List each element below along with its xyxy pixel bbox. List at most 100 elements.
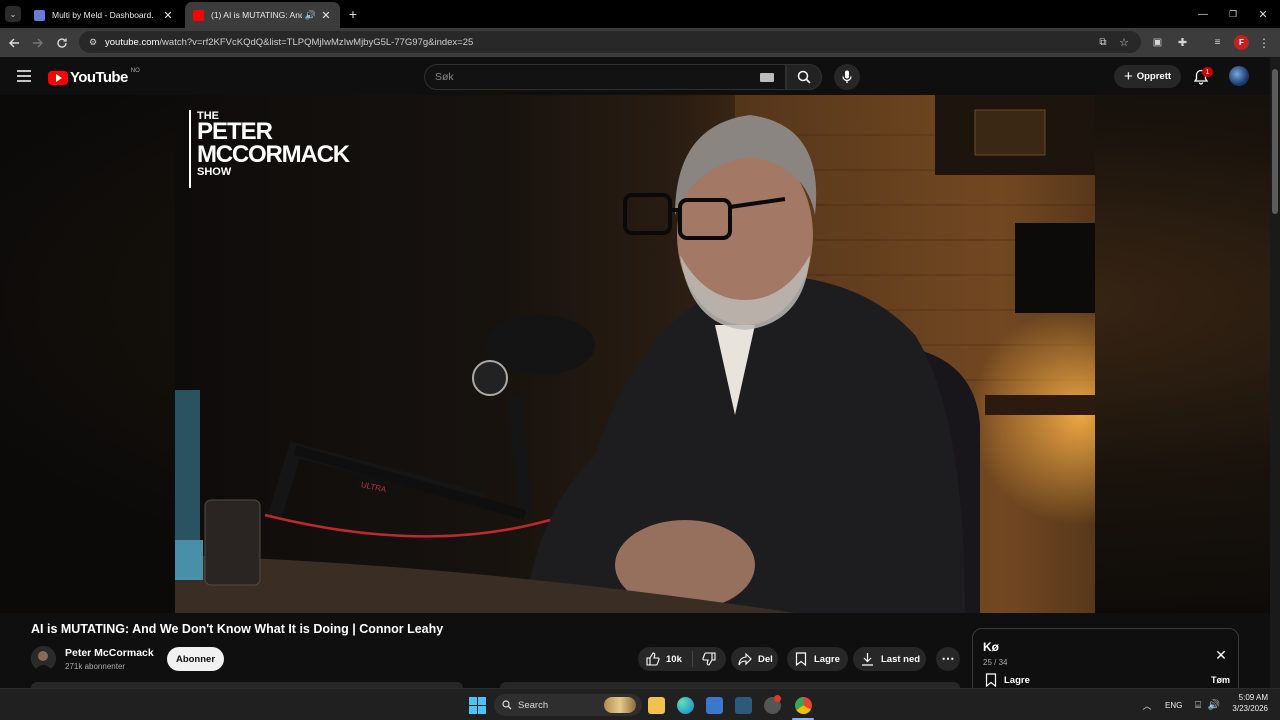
share-label: Del <box>758 653 773 665</box>
hamburger-menu-icon[interactable] <box>16 69 32 83</box>
search-highlight-icon <box>604 697 636 713</box>
keyboard-icon[interactable] <box>760 73 774 82</box>
thumbs-up-icon <box>646 652 660 666</box>
url-path: /watch?v=rf2KFVcKQdQ&list=TLPQMjIwMzIwMj… <box>159 36 474 48</box>
restore-icon[interactable]: ❐ <box>1226 7 1240 21</box>
like-dislike-group: 10k <box>638 647 726 671</box>
browser-tab-strip: ⌄ Multi by Meld - Dashboard. ✕ (1) AI is… <box>0 0 1280 28</box>
extensions-puzzle-icon[interactable]: ✚ <box>1175 35 1190 50</box>
snipping-tool-icon[interactable] <box>735 697 752 714</box>
youtube-favicon-icon <box>193 9 204 21</box>
notification-dot <box>774 695 781 702</box>
back-icon[interactable] <box>6 35 22 51</box>
overlay-line: MCCORMACK <box>197 141 350 169</box>
dislike-button[interactable] <box>693 652 716 666</box>
chrome-browser-icon[interactable] <box>795 697 812 714</box>
show-logo-overlay: THE PETER MCCORMACK SHOW <box>197 110 350 179</box>
queue-panel: Kø 25 / 34 ✕ Lagre Tøm <box>972 628 1239 690</box>
tab-close-icon[interactable]: ✕ <box>162 9 174 22</box>
country-code: NO <box>130 67 140 74</box>
microphone-icon <box>842 70 852 83</box>
video-frame[interactable]: ULTRA THE PETER MCCORMACK SHOW <box>175 95 1095 613</box>
tab-youtube-video[interactable]: (1) AI is MUTATING: And We 🔊 ✕ <box>185 2 340 28</box>
search-icon <box>502 700 512 710</box>
plus-icon: + <box>1123 68 1133 85</box>
queue-save-button[interactable]: Lagre <box>985 673 1030 687</box>
windows-start-icon[interactable] <box>469 697 486 714</box>
download-icon <box>862 653 873 666</box>
window-close-icon[interactable]: ✕ <box>1256 7 1270 21</box>
thumbs-down-icon <box>702 652 716 666</box>
install-app-icon[interactable]: ⧉ <box>1096 35 1110 49</box>
logo-text: YouTube <box>70 69 128 86</box>
save-button[interactable]: Lagre <box>787 647 848 671</box>
bookmark-icon <box>795 652 807 666</box>
tab-multi-meld[interactable]: Multi by Meld - Dashboard. ✕ <box>26 2 182 28</box>
video-player[interactable]: ULTRA THE PETER MCCORMACK SHOW <box>0 95 1270 613</box>
queue-clear-button[interactable]: Tøm <box>1211 675 1230 685</box>
taskbar-search[interactable]: Search <box>494 694 642 716</box>
like-button[interactable]: 10k <box>638 652 692 666</box>
search-icon <box>797 70 811 84</box>
search-input[interactable]: Søk <box>424 64 786 90</box>
tab-search-icon[interactable]: ⌄ <box>5 6 21 22</box>
audio-playing-icon[interactable]: 🔊 <box>305 10 316 21</box>
like-count: 10k <box>666 653 682 665</box>
channel-name[interactable]: Peter McCormack <box>65 647 154 659</box>
download-button[interactable]: Last ned <box>853 647 926 671</box>
more-actions-icon[interactable]: ⋯ <box>936 647 960 671</box>
save-label: Lagre <box>814 653 840 665</box>
tab-close-icon[interactable]: ✕ <box>320 9 332 22</box>
show-hidden-icons-icon[interactable]: ︿ <box>1140 698 1154 712</box>
input-language[interactable]: ENG <box>1165 701 1182 710</box>
media-controls-icon[interactable]: ≡ <box>1210 35 1225 50</box>
clock-time: 5:09 AM <box>1238 693 1268 702</box>
account-avatar[interactable] <box>1229 66 1249 86</box>
taskbar-search-label: Search <box>518 699 549 711</box>
share-button[interactable]: Del <box>731 647 778 671</box>
bookmark-star-icon[interactable]: ☆ <box>1117 35 1131 49</box>
network-icon[interactable]: ⌸ <box>1191 698 1205 712</box>
meld-favicon-icon <box>34 9 45 21</box>
clock-date: 3/23/2026 <box>1232 704 1268 713</box>
tab-label: (1) AI is MUTATING: And We <box>211 10 302 20</box>
notification-count-badge: 1 <box>1202 67 1213 77</box>
browser-menu-icon[interactable]: ⋮ <box>1258 35 1270 50</box>
overlay-line: SHOW <box>197 166 232 179</box>
queue-save-label: Lagre <box>1004 674 1030 686</box>
site-info-icon[interactable]: ⚙ <box>87 36 99 48</box>
voice-search-button[interactable] <box>834 64 860 90</box>
edge-browser-icon[interactable] <box>677 697 694 714</box>
subscribe-button[interactable]: Abonner <box>167 647 224 671</box>
scrollbar-thumb[interactable] <box>1272 69 1278 214</box>
new-tab-icon[interactable]: + <box>345 6 361 22</box>
url-host: youtube.com <box>105 36 160 48</box>
youtube-header: YouTube NO Søk <box>0 57 1280 95</box>
file-explorer-icon[interactable] <box>648 697 665 714</box>
create-label: Opprett <box>1136 71 1172 82</box>
extension-icon[interactable]: ▣ <box>1150 35 1165 50</box>
close-queue-icon[interactable]: ✕ <box>1212 646 1230 664</box>
browser-toolbar: ⚙ youtube.com/watch?v=rf2KFVcKQdQ&list=T… <box>0 28 1280 57</box>
youtube-logo[interactable]: YouTube NO <box>48 67 140 86</box>
windows-taskbar: Search ︿ ENG ⌸ 🔊 5:09 AM 3/23/2026 <box>0 688 1280 720</box>
channel-avatar[interactable] <box>31 646 56 671</box>
forward-icon[interactable] <box>30 35 46 51</box>
video-title: AI is MUTATING: And We Don't Know What I… <box>31 622 444 636</box>
volume-icon[interactable]: 🔊 <box>1207 698 1221 712</box>
create-button[interactable]: + Opprett <box>1114 65 1181 88</box>
address-bar[interactable]: ⚙ youtube.com/watch?v=rf2KFVcKQdQ&list=T… <box>79 31 1141 53</box>
app-icon[interactable] <box>706 697 723 714</box>
minimize-icon[interactable]: — <box>1196 7 1210 21</box>
clock[interactable]: 5:09 AM 3/23/2026 <box>1232 693 1268 713</box>
queue-position: 25 / 34 <box>983 658 1008 667</box>
subscriber-count: 271k abonnenter <box>65 662 126 671</box>
page-scrollbar[interactable] <box>1270 57 1280 688</box>
search-button[interactable] <box>786 64 822 90</box>
reload-icon[interactable] <box>54 35 70 51</box>
queue-title: Kø <box>983 640 999 654</box>
share-icon <box>738 652 752 666</box>
app-icon[interactable] <box>764 695 781 714</box>
youtube-play-icon <box>48 70 68 85</box>
profile-avatar[interactable]: F <box>1234 35 1249 50</box>
